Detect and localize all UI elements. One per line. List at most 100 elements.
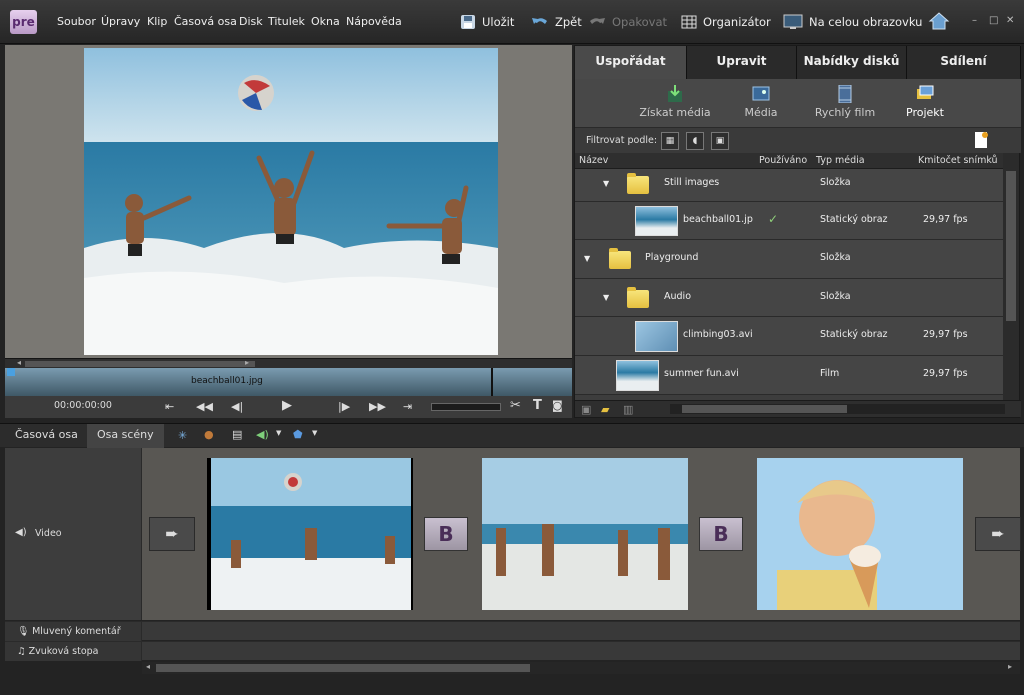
scroll-left-icon[interactable]: ◂	[146, 662, 150, 671]
minimize-button[interactable]: –	[972, 15, 977, 26]
filter-video-icon[interactable]: ▦	[661, 132, 679, 150]
scroll-left-icon[interactable]: ◂	[17, 358, 21, 367]
list-item[interactable]: summer fun.avi Film 29,97 fps	[575, 356, 1003, 395]
scroll-thumb[interactable]	[156, 664, 530, 672]
col-used[interactable]: Používáno	[759, 155, 807, 166]
filter-label: Filtrovat podle:	[586, 135, 658, 146]
expand-icon[interactable]: ▼	[603, 293, 609, 302]
scene-clip-2[interactable]	[482, 458, 688, 610]
col-fps[interactable]: Kmitočet snímků	[918, 155, 998, 166]
expand-icon[interactable]: ▼	[584, 254, 590, 263]
filter-audio-icon[interactable]: ◖	[686, 132, 704, 150]
effects-icon[interactable]: ✳	[178, 429, 187, 442]
subtab-media[interactable]: Média	[733, 85, 789, 119]
transition-slot[interactable]: B	[699, 517, 743, 551]
item-name: Audio	[664, 291, 692, 302]
microphone-icon: 🎙	[17, 626, 30, 637]
fullscreen-button[interactable]: Na celou obrazovku	[783, 12, 922, 32]
scroll-thumb[interactable]	[25, 361, 255, 367]
scene-arrow-right-icon[interactable]: ➨	[975, 517, 1021, 551]
tab-upravit[interactable]: Upravit	[687, 46, 797, 79]
menu-napoveda[interactable]: Nápověda	[346, 15, 402, 28]
camera-icon[interactable]: ◙	[552, 399, 563, 412]
maximize-button[interactable]: □	[989, 15, 998, 26]
folder-icon	[627, 287, 649, 308]
list-item[interactable]: beachball01.jp ✓ Statický obraz 29,97 fp…	[575, 202, 1003, 240]
new-item-icon[interactable]	[974, 131, 988, 149]
scroll-right-icon[interactable]: ▸	[245, 358, 249, 367]
menu-upravy[interactable]: Úpravy	[101, 15, 140, 28]
soundtrack-label: Zvuková stopa	[28, 646, 99, 657]
scroll-thumb[interactable]	[682, 405, 847, 413]
scene-arrow-left-icon[interactable]: ➨	[149, 517, 195, 551]
menu-disk[interactable]: Disk	[239, 15, 263, 28]
save-button[interactable]: Uložit	[460, 12, 514, 32]
redo-icon	[590, 18, 605, 24]
menu-soubor[interactable]: Soubor	[57, 15, 96, 28]
scene-clip-1[interactable]	[207, 458, 413, 610]
marker-icon[interactable]: ⬟	[293, 428, 303, 441]
tab-osa-sceny[interactable]: Osa scény	[87, 424, 164, 448]
undo-button[interactable]: Zpět	[531, 12, 582, 32]
title-text-icon[interactable]: T	[533, 398, 542, 413]
step-forward-icon[interactable]: |▶	[338, 400, 350, 413]
tab-nabidky-disku[interactable]: Nabídky disků	[797, 46, 907, 79]
home-icon[interactable]	[928, 11, 950, 31]
col-name[interactable]: Název	[579, 155, 608, 166]
menu-klip[interactable]: Klip	[147, 15, 167, 28]
menu-titulek[interactable]: Titulek	[268, 15, 305, 28]
organizer-button[interactable]: Organizátor	[681, 12, 771, 32]
transition-slot[interactable]: B	[424, 517, 468, 551]
expand-icon[interactable]: ▼	[603, 179, 609, 188]
subtab-label: Média	[744, 106, 778, 119]
col-type[interactable]: Typ média	[816, 155, 865, 166]
column-header: Název Používáno Typ média Kmitočet snímk…	[575, 153, 1003, 169]
app-window: pre Soubor Úpravy Klip Časová osa Disk T…	[0, 0, 1024, 695]
close-button[interactable]: ✕	[1006, 15, 1014, 26]
transitions-icon[interactable]: ●	[204, 428, 214, 441]
playhead-marker[interactable]	[7, 368, 15, 376]
list-vertical-scrollbar[interactable]	[1003, 153, 1019, 400]
fast-forward-icon[interactable]: ▶▶	[369, 400, 386, 413]
rewind-icon[interactable]: ◀◀	[196, 400, 213, 413]
subtab-rychly-film[interactable]: Rychlý film	[809, 85, 881, 119]
chevron-down-icon[interactable]: ▼	[276, 429, 281, 437]
item-type: Statický obraz	[820, 214, 888, 225]
step-back-icon[interactable]: ◀|	[231, 400, 243, 413]
new-folder-icon[interactable]: ▰	[601, 403, 609, 416]
scroll-thumb[interactable]	[1006, 171, 1016, 321]
filter-image-icon[interactable]: ▣	[711, 132, 729, 150]
get-media-icon	[668, 85, 682, 102]
horizontal-scrollbar[interactable]	[670, 404, 1005, 414]
list-item[interactable]: ▼ Playground Složka	[575, 240, 1003, 279]
subtab-projekt[interactable]: Projekt	[897, 85, 953, 119]
scroll-right-icon[interactable]: ▸	[1008, 662, 1012, 671]
save-label: Uložit	[482, 15, 515, 29]
tab-casova-osa[interactable]: Časová osa	[5, 424, 88, 448]
redo-button[interactable]: Opakovat	[588, 12, 667, 32]
subtab-label: Rychlý film	[814, 106, 876, 119]
shuttle-slider[interactable]	[431, 403, 501, 411]
list-view-icon[interactable]: ▤	[232, 428, 242, 441]
media-icon[interactable]: ▣	[581, 403, 591, 416]
scissors-icon[interactable]: ✂	[510, 398, 521, 413]
preview-scrollbar[interactable]: ◂ ▸	[5, 358, 572, 368]
audio-tools-icon[interactable]: ◀)	[256, 428, 269, 441]
chevron-down-icon[interactable]: ▼	[312, 429, 317, 437]
list-item[interactable]: ▼ Still images Složka	[575, 169, 1003, 202]
menu-casova-osa[interactable]: Časová osa	[174, 15, 237, 28]
list-item[interactable]: ▼ Audio Složka	[575, 279, 1003, 317]
list-item[interactable]: climbing03.avi Statický obraz 29,97 fps	[575, 317, 1003, 356]
tab-sdileni[interactable]: Sdílení	[907, 46, 1021, 79]
subtab-ziskat-media[interactable]: Získat média	[637, 85, 713, 119]
panel-tabs: Uspořádat Upravit Nabídky disků Sdílení	[575, 46, 1021, 79]
tab-usporadat[interactable]: Uspořádat	[575, 46, 687, 79]
scene-horizontal-scrollbar[interactable]: ◂ ▸	[142, 662, 1020, 674]
goto-in-icon[interactable]: ⇤	[165, 400, 174, 413]
mini-timeline[interactable]: beachball01.jpg	[5, 368, 572, 396]
trash-icon[interactable]: ▥	[623, 403, 633, 416]
scene-clip-3[interactable]	[757, 458, 963, 610]
goto-out-icon[interactable]: ⇥	[403, 400, 412, 413]
play-icon[interactable]: ▶	[282, 398, 292, 413]
menu-okna[interactable]: Okna	[311, 15, 340, 28]
